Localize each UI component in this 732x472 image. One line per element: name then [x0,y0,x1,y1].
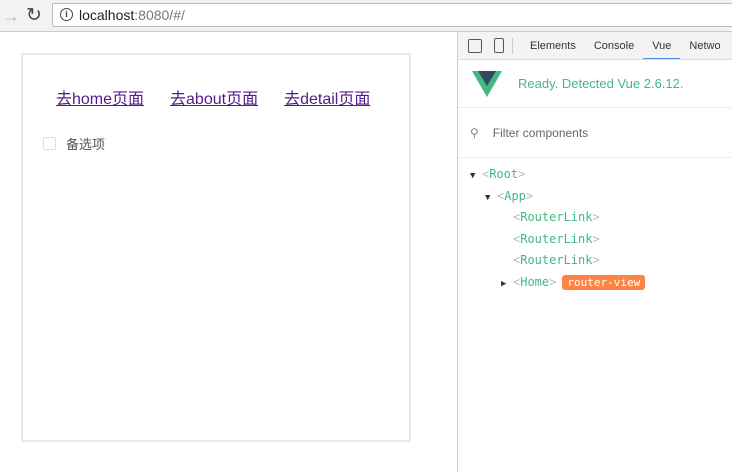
app-card: 去home页面 去about页面 去detail页面 备选项 [21,53,411,442]
info-icon[interactable]: i [60,8,73,21]
tab-vue[interactable]: Vue [643,32,681,59]
checkbox-box[interactable] [43,137,56,150]
checkbox-label: 备选项 [66,137,106,152]
page-content: 去home页面 去about页面 去detail页面 备选项 [0,32,457,472]
vue-status: Ready. Detected Vue 2.6.12. [458,60,732,108]
filter-placeholder: Filter components [492,125,589,140]
url-text: localhost:8080/#/ [79,7,185,23]
divider [512,37,513,54]
devtools-panel: Elements Console Vue Netwo Ready. Detect… [457,32,732,472]
devtools-tabs: Elements Console Vue Netwo [458,32,732,60]
tab-network[interactable]: Netwo [680,32,729,59]
filter-components-input[interactable]: ⚲ Filter components [458,108,732,158]
address-bar[interactable]: i localhost:8080/#/ [52,3,732,27]
option-checkbox[interactable]: 备选项 [43,134,105,153]
device-toggle-icon[interactable] [494,38,504,53]
link-home[interactable]: 去home页面 [56,85,144,109]
ready-text: Ready. Detected Vue 2.6.12. [518,76,684,91]
reload-icon[interactable]: ↻ [26,4,42,27]
tree-node-home[interactable]: ▶ <Home> router-view [458,272,732,294]
inspect-icon[interactable] [468,38,482,53]
expanded-arrow-icon[interactable]: ▼ [470,166,482,188]
expanded-arrow-icon[interactable]: ▼ [485,188,497,210]
tab-elements[interactable]: Elements [521,32,585,59]
tree-node-routerlink[interactable]: <RouterLink> [458,250,732,272]
tab-console[interactable]: Console [585,32,643,59]
router-view-badge: router-view [562,274,646,290]
collapsed-arrow-icon[interactable]: ▶ [501,274,513,296]
component-tree: ▼ <Root> ▼ <App> <RouterLink> <RouterLink>… [458,158,732,293]
vue-logo-icon [472,70,502,97]
tree-node-root[interactable]: ▼ <Root> [458,164,732,186]
tree-node-routerlink[interactable]: <RouterLink> [458,229,732,251]
link-about[interactable]: 去about页面 [170,85,258,109]
search-icon: ⚲ [470,125,479,140]
link-detail[interactable]: 去detail页面 [284,85,370,109]
tree-node-app[interactable]: ▼ <App> [458,186,732,208]
forward-icon[interactable]: → [2,6,20,27]
browser-toolbar: → ↻ i localhost:8080/#/ [0,0,732,32]
tree-node-routerlink[interactable]: <RouterLink> [458,207,732,229]
